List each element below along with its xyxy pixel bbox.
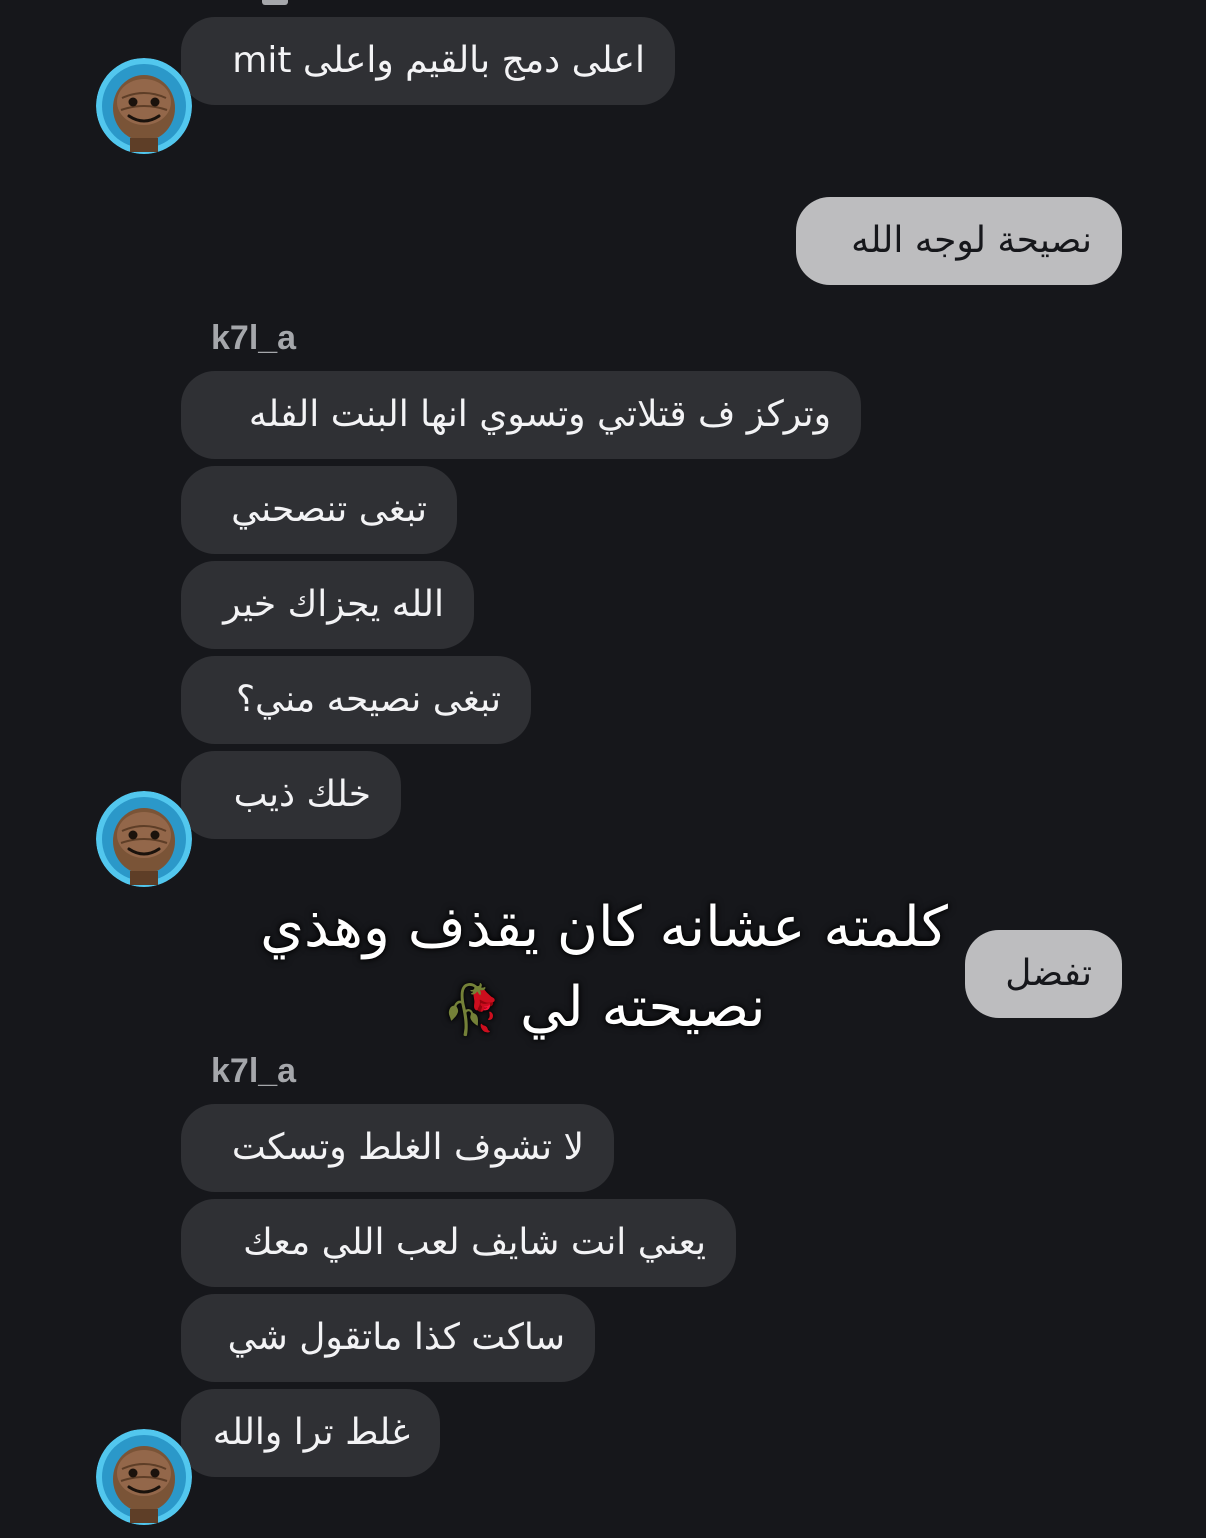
message-bubble-incoming[interactable]: تبغى تنصحني xyxy=(181,466,457,554)
previous-sender-name-fragment xyxy=(262,0,288,5)
wilted-rose-icon: 🥀 xyxy=(442,982,503,1038)
message-bubble-incoming[interactable]: ساكت كذا ماتقول شي xyxy=(181,1294,595,1382)
message-bubble-incoming[interactable]: يعني انت شايف لعب اللي معك xyxy=(181,1199,736,1287)
sender-avatar[interactable] xyxy=(96,1429,192,1525)
overlay-caption-line-2: نصيحته لي 🥀 xyxy=(230,968,978,1050)
message-bubble-outgoing[interactable]: تفضل xyxy=(965,930,1122,1018)
overlay-caption-line-2-text: نصيحته لي xyxy=(519,975,766,1040)
sackboy-avatar-icon xyxy=(96,1429,192,1525)
sender-name: k7l_a xyxy=(211,319,297,357)
sender-avatar[interactable] xyxy=(96,791,192,887)
sender-avatar[interactable] xyxy=(96,58,192,154)
message-bubble-incoming[interactable]: الله يجزاك خير xyxy=(181,561,474,649)
sackboy-avatar-icon xyxy=(96,58,192,154)
message-bubble-incoming[interactable]: تبغى نصيحه مني؟ xyxy=(181,656,531,744)
overlay-caption: كلمته عشانه كان يقذف وهذي نصيحته لي 🥀 xyxy=(230,888,978,1050)
message-bubble-incoming[interactable]: غلط ترا والله xyxy=(181,1389,440,1477)
message-bubble-incoming[interactable]: وتركز ف قتلاتي وتسوي انها البنت الفله xyxy=(181,371,861,459)
sackboy-avatar-icon xyxy=(96,791,192,887)
sender-name: k7l_a xyxy=(211,1052,297,1090)
message-bubble-incoming[interactable]: اعلى دمج بالقيم واعلى mit xyxy=(181,17,675,105)
overlay-caption-line-1: كلمته عشانه كان يقذف وهذي xyxy=(260,895,948,960)
message-bubble-incoming[interactable]: لا تشوف الغلط وتسكت xyxy=(181,1104,614,1192)
message-bubble-outgoing[interactable]: نصيحة لوجه الله xyxy=(796,197,1122,285)
message-bubble-incoming[interactable]: خلك ذيب xyxy=(181,751,401,839)
